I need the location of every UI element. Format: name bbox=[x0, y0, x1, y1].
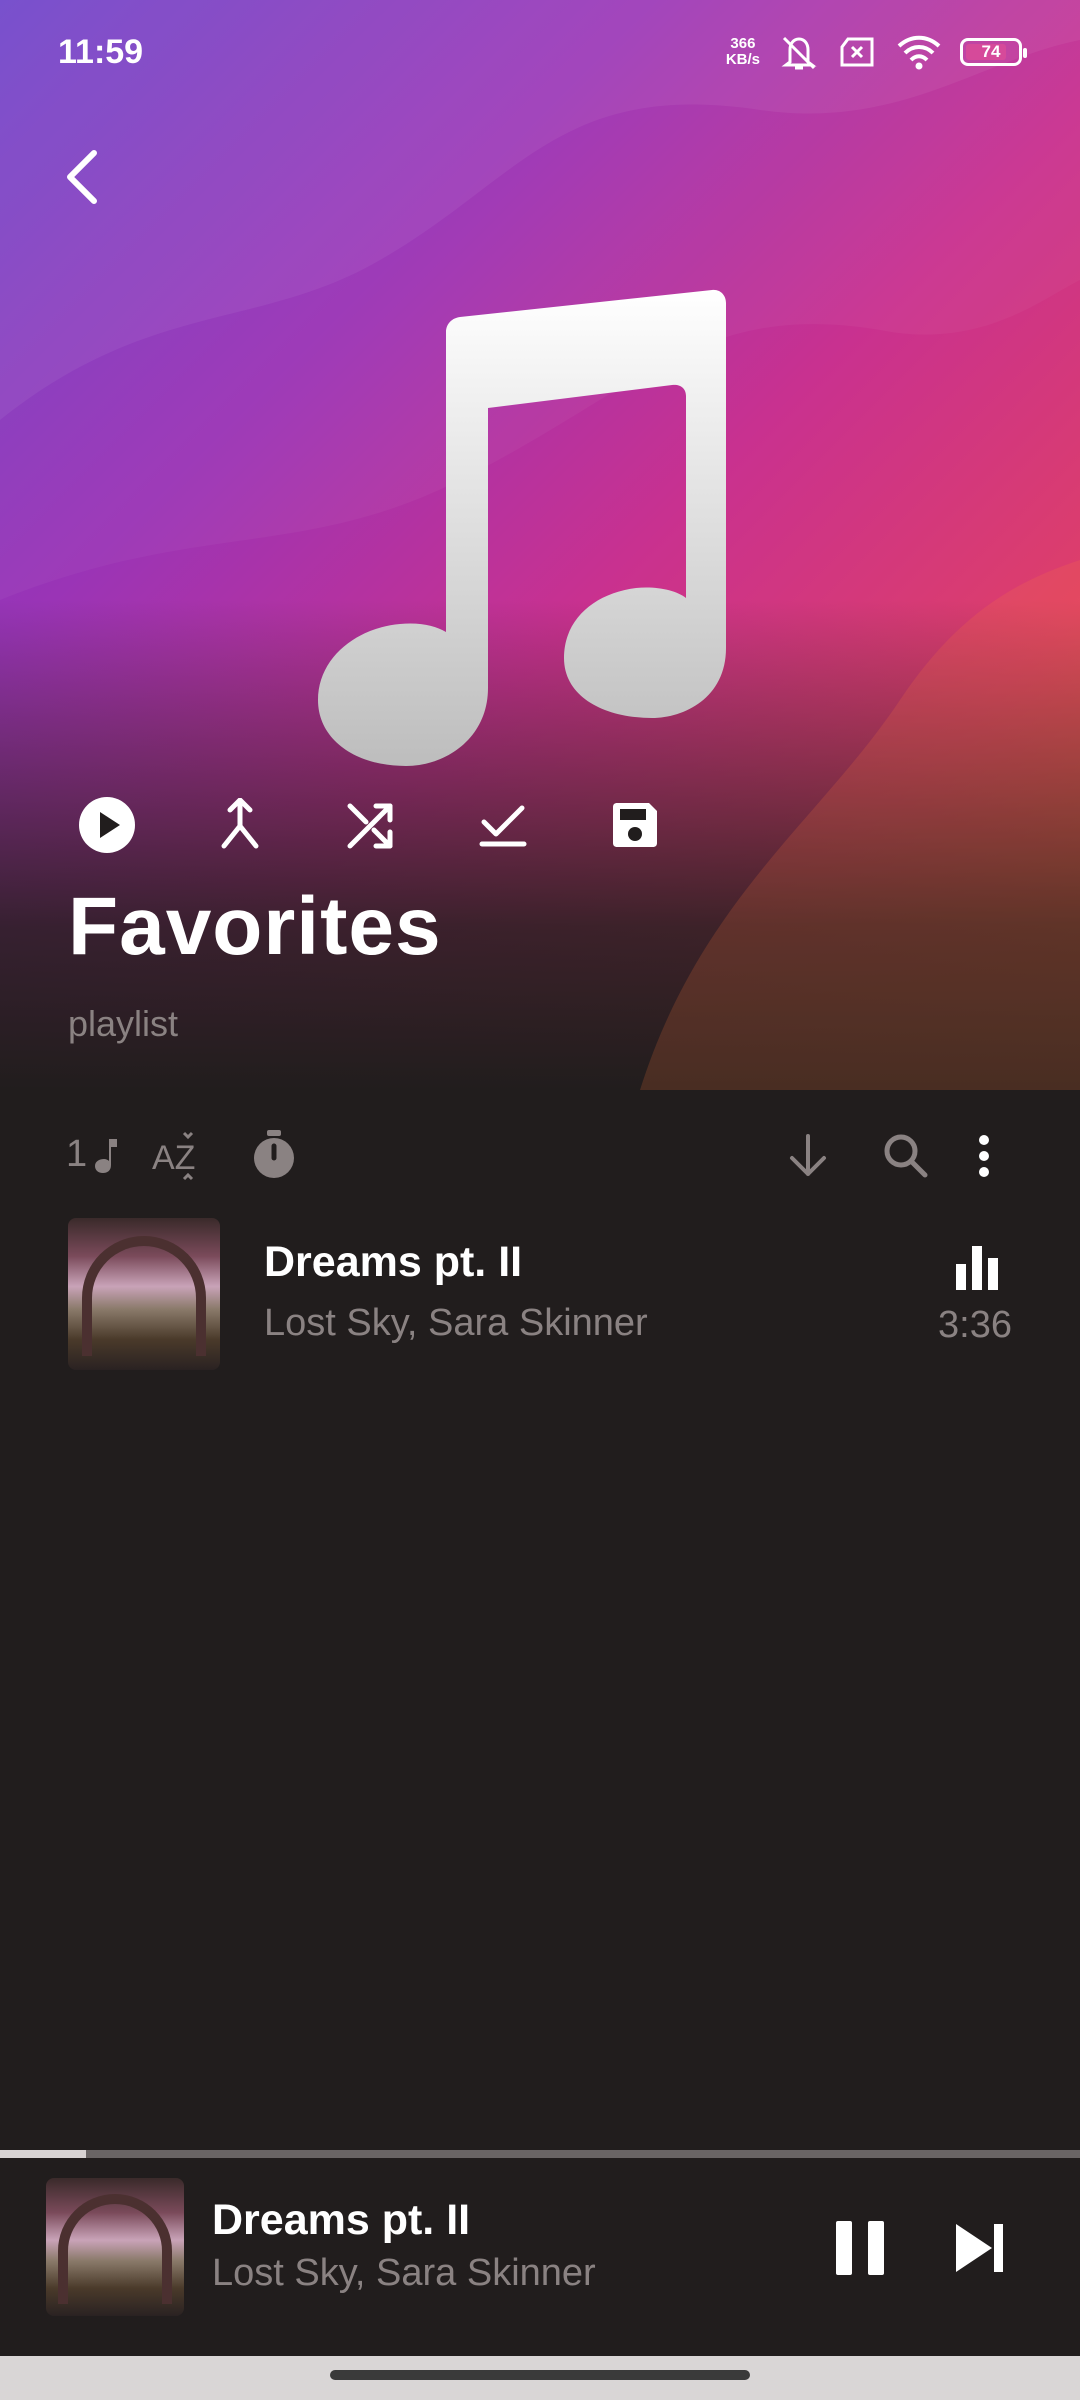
save-button[interactable] bbox=[600, 790, 670, 860]
back-arrow-icon bbox=[67, 150, 97, 204]
download-button[interactable] bbox=[778, 1126, 838, 1186]
status-time: 11:59 bbox=[58, 32, 144, 71]
song-artist: Lost Sky, Sara Skinner bbox=[264, 1302, 648, 1344]
status-bar: 11:59 366 KB/s 74 bbox=[58, 28, 1027, 76]
playlist-title: Favorites bbox=[68, 881, 442, 972]
network-speed-value: 366 bbox=[730, 35, 756, 52]
sort-button[interactable]: AZ bbox=[146, 1126, 206, 1186]
shuffle-icon bbox=[347, 803, 393, 849]
sim-off-icon bbox=[840, 37, 874, 67]
network-speed: 366 KB/s bbox=[726, 36, 760, 68]
music-note-icon bbox=[95, 1138, 118, 1173]
mini-player-album-art bbox=[46, 2178, 184, 2316]
skip-next-icon bbox=[956, 2224, 1003, 2272]
now-playing-equalizer-icon bbox=[956, 1246, 998, 1290]
play-all-button[interactable] bbox=[72, 790, 142, 860]
wifi-icon bbox=[897, 35, 941, 70]
sleep-timer-button[interactable] bbox=[244, 1124, 304, 1184]
skip-next-button[interactable] bbox=[940, 2208, 1020, 2288]
playback-progress-fill bbox=[0, 2150, 87, 2158]
check-icon bbox=[479, 805, 527, 847]
home-gesture-handle[interactable] bbox=[330, 2370, 750, 2380]
mini-player[interactable]: Dreams pt. II Lost Sky, Sara Skinner bbox=[0, 2158, 1080, 2356]
sort-az-icon: AZ bbox=[152, 1131, 195, 1181]
playlist-type-label: playlist bbox=[68, 1003, 179, 1044]
song-list-item[interactable]: Dreams pt. II Lost Sky, Sara Skinner 3:3… bbox=[68, 1218, 1012, 1370]
song-count: 1 bbox=[66, 1133, 119, 1176]
back-button[interactable] bbox=[52, 142, 112, 212]
song-title: Dreams pt. II bbox=[264, 1238, 523, 1286]
system-navigation-bar bbox=[0, 2356, 1080, 2400]
mini-player-artist: Lost Sky, Sara Skinner bbox=[212, 2252, 596, 2294]
playlist-cover-music-icon bbox=[318, 289, 726, 766]
playlist-header: 11:59 366 KB/s 74 Favorites playlist bbox=[0, 0, 1080, 1090]
pause-icon bbox=[836, 2221, 884, 2275]
timer-icon bbox=[254, 1130, 294, 1178]
search-icon bbox=[884, 1134, 928, 1178]
playback-progress-bar[interactable] bbox=[0, 2150, 1080, 2158]
shuffle-button[interactable] bbox=[336, 790, 406, 860]
sort-label: AZ bbox=[152, 1139, 195, 1177]
save-icon bbox=[613, 803, 657, 847]
more-options-button[interactable] bbox=[960, 1126, 1008, 1186]
search-button[interactable] bbox=[876, 1126, 936, 1186]
more-vert-icon bbox=[979, 1135, 989, 1177]
battery-indicator: 74 bbox=[960, 38, 1027, 66]
pause-button[interactable] bbox=[820, 2208, 900, 2288]
mini-player-title: Dreams pt. II bbox=[212, 2196, 471, 2244]
battery-level: 74 bbox=[981, 42, 1001, 61]
network-speed-unit: KB/s bbox=[725, 51, 760, 68]
bell-off-icon bbox=[781, 36, 817, 70]
song-count-value: 1 bbox=[66, 1133, 88, 1175]
merge-button[interactable] bbox=[205, 790, 275, 860]
song-duration: 3:36 bbox=[938, 1304, 1012, 1346]
album-art bbox=[68, 1218, 220, 1370]
merge-icon bbox=[221, 798, 259, 849]
play-icon bbox=[79, 797, 135, 853]
download-icon bbox=[790, 1134, 826, 1176]
select-button[interactable] bbox=[468, 790, 538, 860]
